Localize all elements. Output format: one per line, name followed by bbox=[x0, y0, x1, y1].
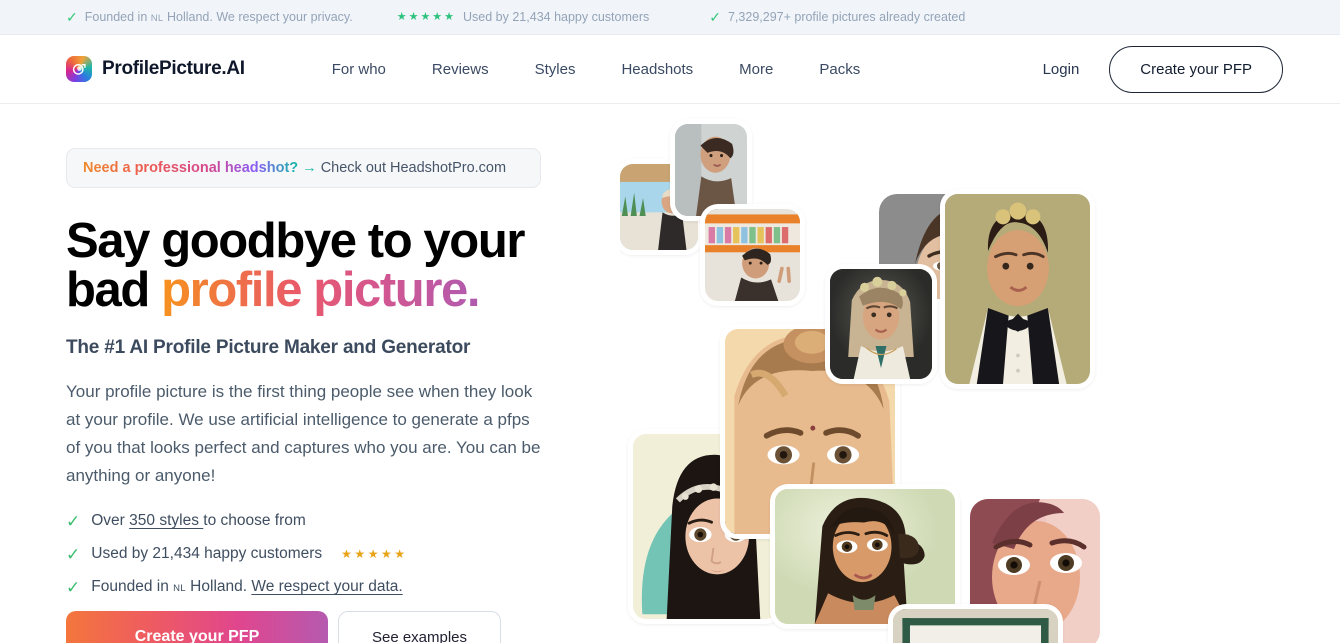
announcement-item-customers: ★★★★★ Used by 21,434 happy customers bbox=[397, 10, 650, 24]
country-code-label: nl bbox=[173, 583, 186, 595]
star-rating-icon: ★★★★★ bbox=[341, 547, 408, 562]
generated-photo-floral-crown bbox=[825, 264, 937, 384]
announcement-text-founded: Founded in nl Holland. We respect your p… bbox=[84, 10, 353, 24]
check-icon: ✓ bbox=[66, 511, 81, 531]
arrow-right-icon: → bbox=[298, 160, 321, 176]
feature-text-styles: Over 350 styles to choose from bbox=[91, 512, 306, 530]
star-rating-icon: ★★★★★ bbox=[396, 10, 457, 23]
brand-logo[interactable]: ProfilePicture.AI bbox=[66, 56, 245, 82]
generated-photo-mirror-selfie bbox=[888, 604, 1063, 643]
login-link[interactable]: Login bbox=[1035, 55, 1088, 84]
nav-links: For who Reviews Styles Headshots More Pa… bbox=[309, 61, 884, 78]
hero-section: Need a professional headshot? → Check ou… bbox=[0, 104, 1340, 643]
training-photo-store bbox=[700, 204, 805, 306]
announcement-text-created: 7,329,297+ profile pictures already crea… bbox=[727, 10, 966, 24]
nav-link-more[interactable]: More bbox=[716, 61, 796, 78]
check-icon: ✓ bbox=[66, 9, 78, 25]
headline-line-1: Say goodbye to your bbox=[66, 214, 525, 268]
check-icon: ✓ bbox=[709, 9, 721, 25]
nav-link-headshots[interactable]: Headshots bbox=[598, 61, 716, 78]
promo-bold-text: Need a professional headshot? bbox=[83, 160, 299, 176]
feature-text-customers: Used by 21,434 happy customers bbox=[91, 545, 323, 563]
styles-link[interactable]: 350 styles bbox=[129, 512, 203, 529]
nav-link-styles[interactable]: Styles bbox=[512, 61, 599, 78]
generated-photo-tuxedo bbox=[940, 189, 1095, 389]
nav-link-packs[interactable]: Packs bbox=[796, 61, 883, 78]
feature-text-founded: Founded in nl Holland. We respect your d… bbox=[91, 578, 403, 596]
page-title: Say goodbye to your bad profile picture. bbox=[66, 217, 620, 315]
feature-item-customers: ✓ Used by 21,434 happy customers ★★★★★ bbox=[66, 545, 620, 563]
headline-line-2-accent: profile picture. bbox=[161, 263, 480, 317]
headshotpro-promo-banner[interactable]: Need a professional headshot? → Check ou… bbox=[66, 148, 541, 188]
promo-rest-text: Check out HeadshotPro.com bbox=[320, 160, 507, 176]
hero-button-row: Create your PFP See examples bbox=[66, 611, 620, 643]
feature-item-founded: ✓ Founded in nl Holland. We respect your… bbox=[66, 578, 620, 596]
check-icon: ✓ bbox=[66, 544, 81, 564]
privacy-link[interactable]: We respect your data. bbox=[251, 578, 402, 595]
hero-create-pfp-button[interactable]: Create your PFP bbox=[66, 611, 328, 643]
hero-feature-list: ✓ Over 350 styles to choose from ✓ Used … bbox=[66, 512, 620, 596]
hero-copy: Need a professional headshot? → Check ou… bbox=[0, 104, 620, 643]
create-pfp-button[interactable]: Create your PFP bbox=[1109, 45, 1283, 93]
announcement-text-customers: Used by 21,434 happy customers bbox=[463, 10, 650, 24]
hero-paragraph: Your profile picture is the first thing … bbox=[66, 382, 541, 486]
brand-name: ProfilePicture.AI bbox=[102, 58, 245, 79]
country-code-label: nl bbox=[150, 13, 164, 24]
hero-subheading: The #1 AI Profile Picture Maker and Gene… bbox=[66, 337, 471, 358]
nav-actions: Login Create your PFP bbox=[1035, 45, 1283, 93]
hero-collage: Training set bbox=[620, 104, 1340, 643]
profilepicture-logo-icon bbox=[66, 56, 92, 82]
feature-item-styles: ✓ Over 350 styles to choose from bbox=[66, 512, 620, 530]
headline-line-2-plain: bad bbox=[66, 263, 162, 317]
announcement-bar: ✓ Founded in nl Holland. We respect your… bbox=[0, 0, 1340, 35]
announcement-item-founded: ✓ Founded in nl Holland. We respect your… bbox=[66, 10, 353, 24]
announcement-item-created: ✓ 7,329,297+ profile pictures already cr… bbox=[709, 10, 965, 24]
main-navigation: ProfilePicture.AI For who Reviews Styles… bbox=[0, 35, 1340, 104]
nav-link-for-who[interactable]: For who bbox=[309, 61, 409, 78]
hero-see-examples-button[interactable]: See examples bbox=[338, 611, 501, 643]
nav-link-reviews[interactable]: Reviews bbox=[409, 61, 512, 78]
check-icon: ✓ bbox=[66, 577, 81, 597]
